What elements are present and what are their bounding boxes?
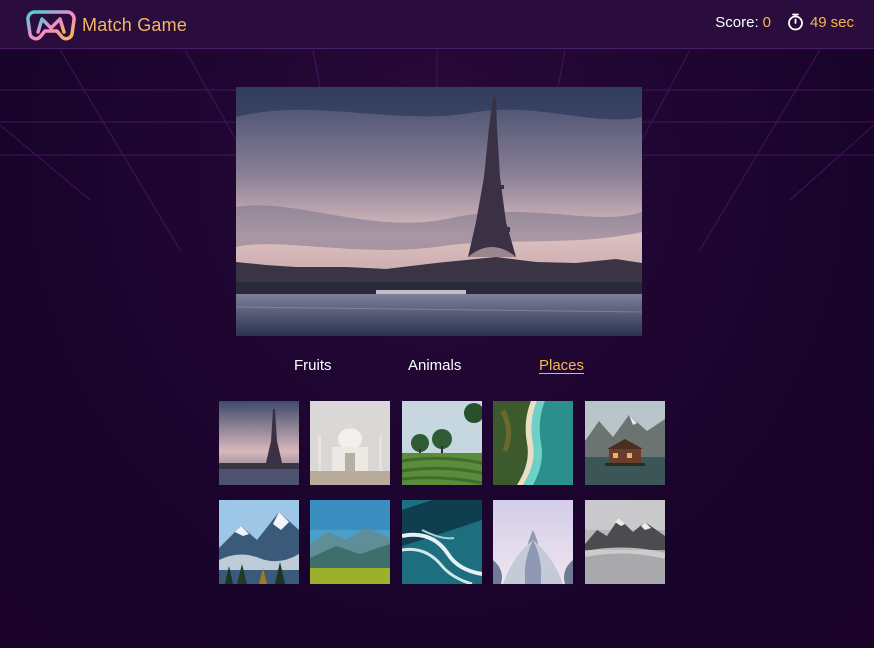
tile-green-valley[interactable] — [310, 500, 390, 584]
tab-animals[interactable]: Animals — [408, 357, 461, 374]
tab-places[interactable]: Places — [539, 357, 584, 374]
game-status: Score: 0 49 sec — [715, 13, 854, 31]
timer-value: 49 — [809, 13, 827, 31]
score-value: 0 — [762, 13, 771, 31]
featured-image — [236, 87, 642, 336]
app-header: Match Game Score: 0 49 sec — [0, 0, 874, 49]
tile-ocean-waves[interactable] — [402, 500, 482, 584]
tile-eiffel-tower[interactable] — [219, 401, 299, 485]
tile-aerial-beach[interactable] — [493, 401, 573, 485]
score-label: Score: — [715, 13, 759, 31]
tile-lotus-temple[interactable] — [493, 500, 573, 584]
tile-misty-peaks[interactable] — [585, 500, 665, 584]
tab-fruits[interactable]: Fruits — [294, 357, 332, 374]
app-logo[interactable]: Match Game — [26, 8, 187, 42]
timer-unit: sec — [830, 13, 854, 31]
tile-snowy-mountains[interactable] — [219, 500, 299, 584]
tile-taj-mahal[interactable] — [310, 401, 390, 485]
app-title: Match Game — [82, 14, 188, 35]
tile-lake-cabin[interactable] — [585, 401, 665, 485]
tile-tea-plantation[interactable] — [402, 401, 482, 485]
stopwatch-icon — [787, 13, 804, 31]
gamepad-logo-icon — [26, 10, 76, 41]
